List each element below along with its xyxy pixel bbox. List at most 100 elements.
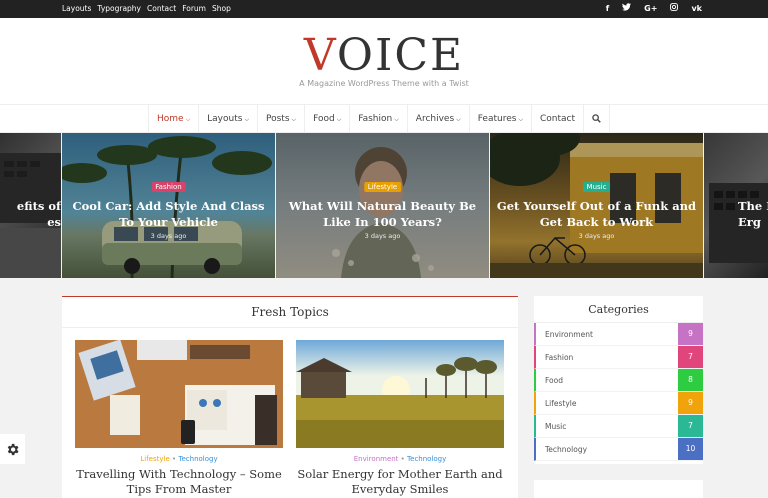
- category-separator: •: [400, 455, 405, 463]
- featured-slider: efits of es Fashion Cool Car: Add Style …: [0, 133, 768, 278]
- logo-letter-v: V: [303, 30, 337, 81]
- fresh-topics-section: Fresh Topics Lifestyle • Technology Trav…: [62, 296, 518, 498]
- nav-label: Contact: [540, 114, 576, 124]
- slide-partial-left-title: efits of es: [16, 199, 61, 229]
- category-name: Food: [545, 376, 563, 385]
- slide-date: 3 days ago: [578, 232, 615, 240]
- nav-item-features[interactable]: Features ⌵: [470, 105, 532, 133]
- slide-date: 3 days ago: [150, 232, 187, 240]
- slide-title[interactable]: Cool Car: Add Style And Class To Your Ve…: [68, 198, 269, 230]
- nav-label: Layouts: [207, 114, 243, 124]
- category-item-music[interactable]: Music 7: [534, 415, 703, 438]
- chevron-down-icon: ⌵: [185, 116, 191, 123]
- chevron-down-icon: ⌵: [394, 116, 399, 123]
- post-image[interactable]: [296, 340, 504, 448]
- slide-get-yourself-out[interactable]: Music Get Yourself Out of a Funk and Get…: [490, 133, 703, 278]
- next-widget: [534, 480, 703, 498]
- post-categories: Lifestyle • Technology: [75, 455, 283, 463]
- site-tagline: A Magazine WordPress Theme with a Twist: [299, 79, 469, 88]
- slide-natural-beauty[interactable]: Lifestyle What Will Natural Beauty Be Li…: [276, 133, 489, 278]
- social-links: f G+ vk: [593, 0, 702, 18]
- search-icon: [592, 114, 601, 123]
- nav-item-food[interactable]: Food ⌵: [305, 105, 351, 133]
- slide-title[interactable]: Get Yourself Out of a Funk and Get Back …: [496, 198, 697, 230]
- category-name: Technology: [545, 445, 588, 454]
- settings-toggle-button[interactable]: [0, 434, 25, 464]
- top-bar: Layouts Typography Contact Forum Shop f …: [0, 0, 768, 18]
- logo-rest: OICE: [336, 30, 465, 81]
- nav-item-contact[interactable]: Contact: [532, 105, 585, 133]
- chevron-down-icon: ⌵: [244, 116, 249, 123]
- top-nav-typography[interactable]: Typography: [97, 0, 141, 18]
- fresh-topics-title: Fresh Topics: [62, 297, 518, 328]
- category-count-badge: 8: [678, 369, 703, 391]
- nav-label: Home: [157, 114, 184, 124]
- post-category-link[interactable]: Lifestyle: [140, 455, 169, 463]
- top-nav-layouts[interactable]: Layouts: [62, 0, 91, 18]
- chevron-down-icon: ⌵: [291, 116, 297, 123]
- nav-label: Features: [477, 114, 517, 124]
- categories-widget: Categories Environment 9 Fashion 7 Food 8 L…: [534, 296, 703, 464]
- post-categories: Environment • Technology: [296, 455, 504, 463]
- category-name: Environment: [545, 330, 593, 339]
- slide-category-badge[interactable]: Music: [582, 182, 611, 192]
- search-button[interactable]: [584, 105, 611, 133]
- nav-item-fashion[interactable]: Fashion ⌵: [350, 105, 408, 133]
- post-category-link[interactable]: Environment: [354, 455, 399, 463]
- top-nav: Layouts Typography Contact Forum Shop: [62, 0, 237, 18]
- nav-label: Food: [313, 114, 335, 124]
- post-category-link[interactable]: Technology: [178, 455, 217, 463]
- post-card-travelling[interactable]: Lifestyle • Technology Travelling With T…: [75, 340, 283, 497]
- category-count-badge: 7: [678, 346, 703, 368]
- main-nav: Home ⌵ Layouts ⌵ Posts ⌵ Food ⌵ Fashion ⌵ Arc…: [0, 104, 768, 133]
- vk-icon[interactable]: vk: [691, 0, 702, 18]
- slide-category-badge[interactable]: Lifestyle: [363, 182, 402, 192]
- category-count-badge: 9: [678, 323, 703, 345]
- category-item-lifestyle[interactable]: Lifestyle 9: [534, 392, 703, 415]
- chevron-down-icon: ⌵: [336, 116, 342, 123]
- post-card-solar-energy[interactable]: Environment • Technology Solar Energy fo…: [296, 340, 504, 497]
- chevron-down-icon: ⌵: [518, 116, 523, 123]
- site-logo[interactable]: VOICE: [0, 32, 768, 80]
- top-nav-shop[interactable]: Shop: [212, 0, 231, 18]
- nav-item-home[interactable]: Home ⌵: [149, 105, 200, 133]
- post-title[interactable]: Travelling With Technology – Some Tips F…: [75, 467, 283, 497]
- slide-date: 3 days ago: [364, 232, 401, 240]
- category-item-fashion[interactable]: Fashion 7: [534, 346, 703, 369]
- top-nav-contact[interactable]: Contact: [147, 0, 176, 18]
- nav-item-posts[interactable]: Posts ⌵: [258, 105, 306, 133]
- slide-title[interactable]: What Will Natural Beauty Be Like In 100 …: [282, 198, 483, 230]
- nav-item-layouts[interactable]: Layouts ⌵: [199, 105, 258, 133]
- slide-cool-car[interactable]: Fashion Cool Car: Add Style And Class To…: [62, 133, 275, 278]
- nav-label: Archives: [415, 114, 455, 124]
- category-count-badge: 9: [678, 392, 703, 414]
- category-name: Music: [545, 422, 567, 431]
- category-name: Lifestyle: [545, 399, 577, 408]
- nav-label: Fashion: [358, 114, 393, 124]
- category-count-badge: 7: [678, 415, 703, 437]
- slide-partial-left[interactable]: efits of es: [0, 133, 61, 278]
- facebook-icon[interactable]: f: [606, 0, 609, 18]
- gear-icon: [7, 443, 19, 455]
- slide-partial-right-title: The I Erg: [738, 199, 768, 229]
- chevron-down-icon: ⌵: [456, 116, 461, 123]
- post-title[interactable]: Solar Energy for Mother Earth and Everyd…: [296, 467, 504, 497]
- category-item-technology[interactable]: Technology 10: [534, 438, 703, 461]
- category-name: Fashion: [545, 353, 574, 362]
- category-separator: •: [172, 455, 177, 463]
- nav-item-archives[interactable]: Archives ⌵: [408, 105, 470, 133]
- instagram-icon[interactable]: [670, 0, 679, 18]
- post-image[interactable]: [75, 340, 283, 448]
- nav-label: Posts: [266, 114, 290, 124]
- category-item-food[interactable]: Food 8: [534, 369, 703, 392]
- google-plus-icon[interactable]: G+: [644, 0, 657, 18]
- categories-title: Categories: [534, 296, 703, 323]
- slide-partial-right[interactable]: The I Erg: [704, 133, 768, 278]
- slide-category-badge[interactable]: Fashion: [151, 182, 186, 192]
- post-category-link[interactable]: Technology: [407, 455, 446, 463]
- site-header: VOICE A Magazine WordPress Theme with a …: [0, 18, 768, 104]
- category-item-environment[interactable]: Environment 9: [534, 323, 703, 346]
- category-count-badge: 10: [678, 438, 703, 460]
- top-nav-forum[interactable]: Forum: [182, 0, 206, 18]
- twitter-icon[interactable]: [622, 0, 632, 18]
